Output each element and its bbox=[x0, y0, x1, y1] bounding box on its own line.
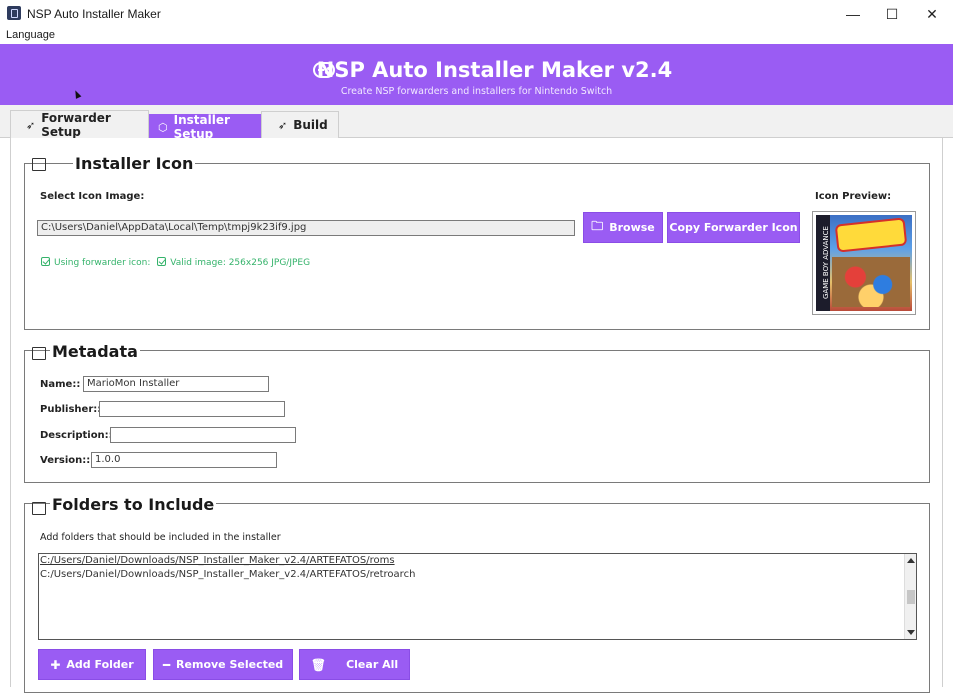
list-item[interactable]: C:/Users/Daniel/Downloads/NSP_Installer_… bbox=[39, 568, 916, 582]
check-icon bbox=[41, 257, 50, 266]
icon-path-field[interactable]: C:\Users\Daniel\AppData\Local\Temp\tmpj9… bbox=[37, 220, 575, 236]
menu-bar: Language bbox=[0, 28, 953, 44]
game-logo-icon bbox=[834, 217, 908, 253]
publisher-label: Publisher:: bbox=[40, 404, 102, 415]
cover-side-text: GAME BOY ADVANCE bbox=[822, 226, 830, 299]
scroll-up-icon[interactable] bbox=[907, 558, 915, 563]
browse-button[interactable]: 🗀 Browse bbox=[583, 212, 663, 243]
check-icon bbox=[157, 257, 167, 266]
remove-selected-label: Remove Selected bbox=[176, 658, 284, 671]
clear-all-label: Clear All bbox=[346, 658, 399, 671]
icon-preview-label: Icon Preview: bbox=[815, 191, 892, 202]
list-item[interactable]: C:/Users/Daniel/Downloads/NSP_Installer_… bbox=[39, 554, 916, 568]
version-field[interactable]: 1.0.0 bbox=[91, 452, 277, 468]
character-art bbox=[832, 257, 910, 307]
copy-forwarder-icon-button[interactable]: Copy Forwarder Icon bbox=[667, 212, 800, 243]
box-icon: ⬡ bbox=[158, 120, 168, 134]
installer-icon-group bbox=[24, 163, 930, 330]
installer-icon-title: Installer Icon bbox=[73, 154, 196, 173]
tab-label: Installer Setup bbox=[173, 113, 230, 141]
publisher-field[interactable] bbox=[99, 401, 285, 417]
scroll-thumb[interactable] bbox=[907, 590, 915, 604]
name-field[interactable]: MarioMon Installer bbox=[83, 376, 269, 392]
scrollbar[interactable] bbox=[904, 554, 916, 639]
browse-label: Browse bbox=[609, 221, 655, 234]
add-folder-button[interactable]: ✚ Add Folder bbox=[38, 649, 146, 680]
folders-list[interactable]: C:/Users/Daniel/Downloads/NSP_Installer_… bbox=[38, 553, 917, 640]
game-cover-art: GAME BOY ADVANCE bbox=[816, 215, 912, 311]
rocket-icon: ➶ bbox=[26, 118, 36, 132]
tab-label: Build bbox=[293, 118, 328, 132]
remove-selected-button[interactable]: ━ Remove Selected bbox=[153, 649, 293, 680]
close-button[interactable]: ✕ bbox=[913, 0, 951, 28]
app-heading: NSP Auto Installer Maker v2.4 bbox=[316, 58, 673, 82]
title-bar: NSP Auto Installer Maker — ☐ ✕ bbox=[0, 0, 953, 28]
add-folder-label: Add Folder bbox=[66, 658, 134, 671]
edit-icon bbox=[32, 347, 46, 360]
select-icon-label: Select Icon Image: bbox=[40, 191, 145, 202]
plus-icon: ✚ bbox=[50, 657, 61, 672]
folders-hint: Add folders that should be included in t… bbox=[40, 532, 281, 543]
forwarder-icon-status: Using forwarder icon: Valid image: 256x2… bbox=[41, 257, 310, 268]
tab-strip: ➶ Forwarder Setup ⬡ Installer Setup ➶ Bu… bbox=[0, 105, 953, 141]
icon-preview-image: GAME BOY ADVANCE bbox=[812, 211, 916, 315]
rocket-icon: ➶ bbox=[278, 118, 288, 132]
app-subtitle: Create NSP forwarders and installers for… bbox=[340, 86, 613, 97]
tab-label: Forwarder Setup bbox=[41, 111, 111, 139]
trash-icon: 🗑 bbox=[310, 657, 327, 672]
header-banner: NSP Auto Installer Maker v2.4 Create NSP… bbox=[0, 44, 953, 105]
name-label: Name:: bbox=[40, 379, 81, 390]
description-label: Description:: bbox=[40, 430, 113, 441]
valid-image-status: Valid image: 256x256 JPG/JPEG bbox=[170, 258, 311, 268]
menu-language[interactable]: Language bbox=[6, 29, 55, 41]
tab-build[interactable]: ➶ Build bbox=[261, 111, 339, 138]
minus-icon: ━ bbox=[162, 657, 171, 672]
scroll-down-icon[interactable] bbox=[907, 630, 915, 635]
maximize-button[interactable]: ☐ bbox=[873, 0, 911, 28]
tab-installer-setup[interactable]: ⬡ Installer Setup bbox=[149, 113, 261, 141]
minimize-button[interactable]: — bbox=[834, 0, 872, 28]
image-icon bbox=[32, 158, 46, 171]
metadata-title: Metadata bbox=[50, 342, 140, 361]
clear-all-button[interactable]: 🗑 Clear All bbox=[299, 649, 410, 680]
folder-icon: 🗀 bbox=[591, 219, 604, 233]
description-field[interactable] bbox=[110, 427, 296, 443]
folder-icon bbox=[32, 502, 46, 515]
window-title: NSP Auto Installer Maker bbox=[27, 7, 161, 21]
tab-forwarder-setup[interactable]: ➶ Forwarder Setup bbox=[10, 110, 149, 139]
app-icon bbox=[7, 6, 21, 20]
version-label: Version:: bbox=[40, 455, 91, 466]
folders-title: Folders to Include bbox=[50, 495, 217, 514]
